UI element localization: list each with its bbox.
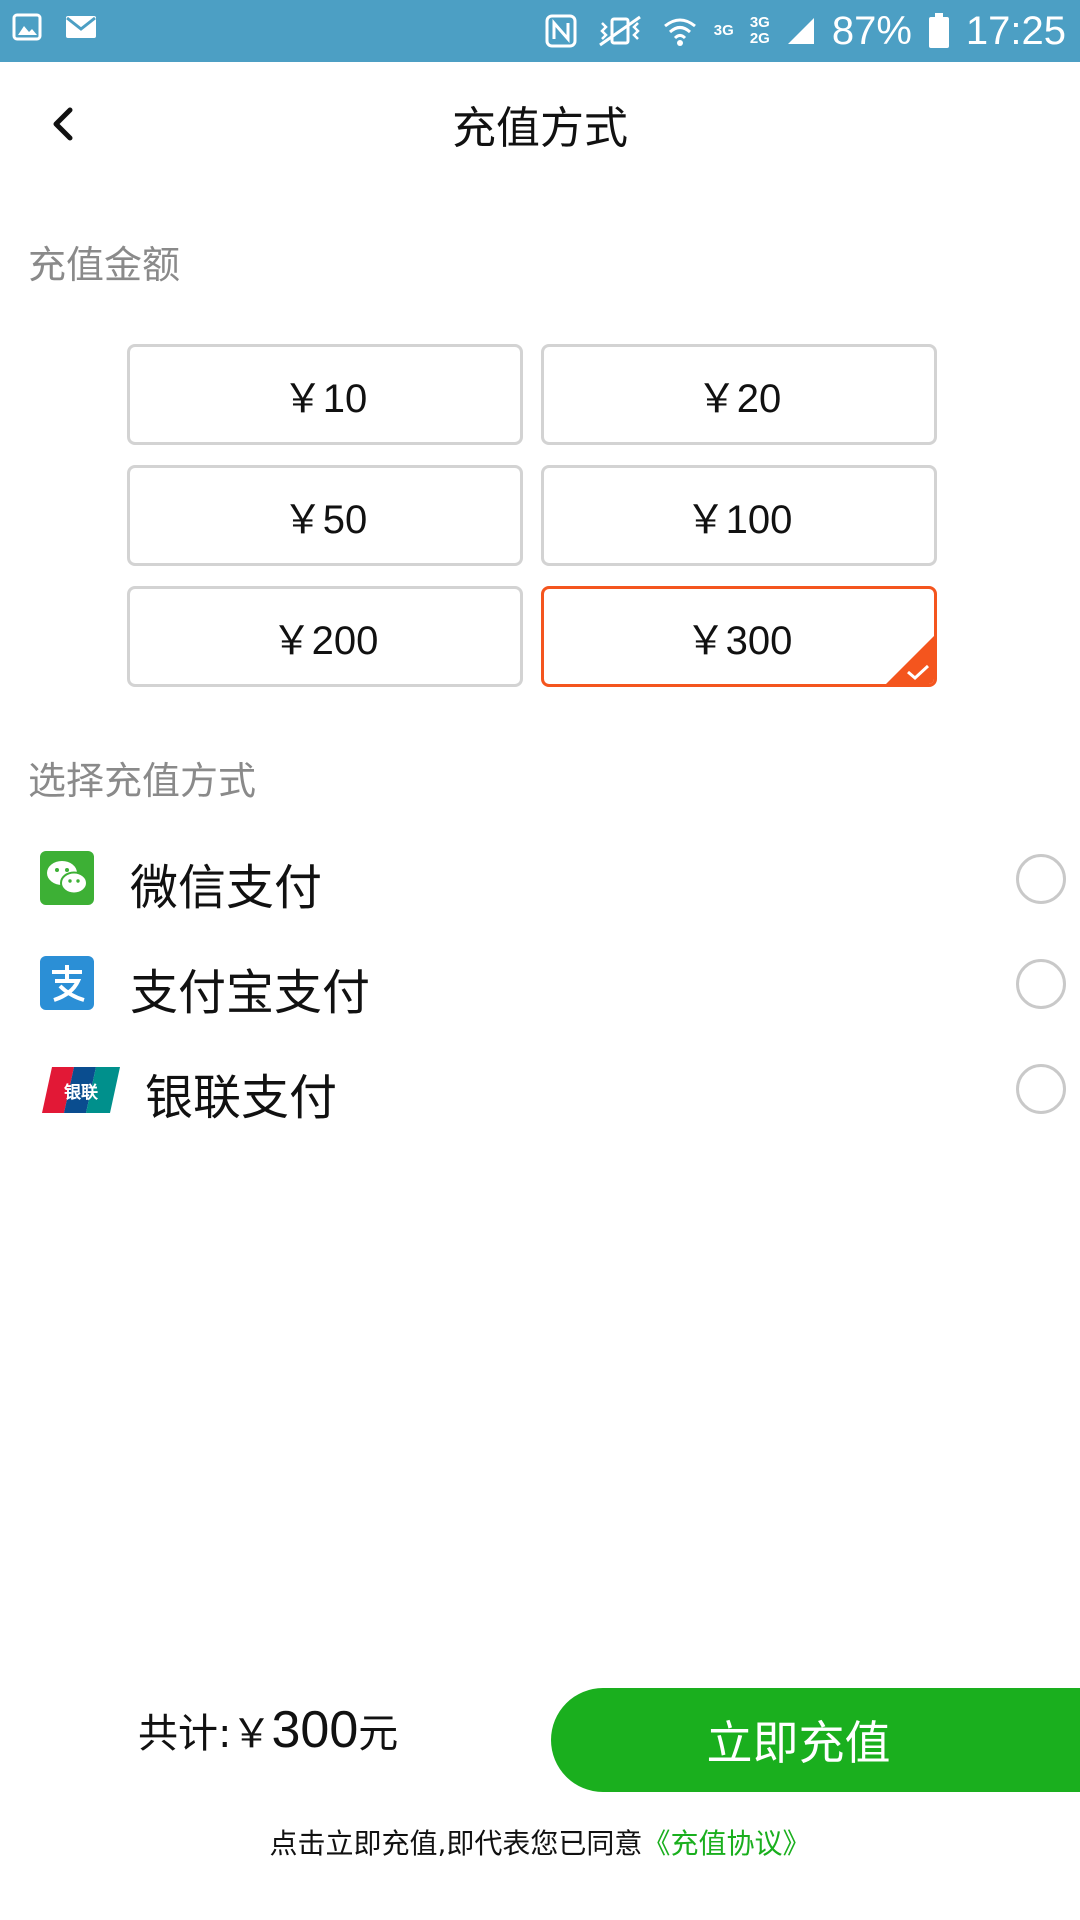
radio-unionpay[interactable] bbox=[1016, 1064, 1066, 1114]
clock: 17:25 bbox=[965, 8, 1066, 53]
wifi-icon bbox=[663, 18, 696, 46]
agreement-link[interactable]: 《充值协议》 bbox=[642, 1827, 810, 1860]
app-header: 充值方式 bbox=[0, 62, 1080, 184]
signal-icon bbox=[787, 18, 814, 44]
amount-option-200[interactable]: ￥200 bbox=[127, 586, 523, 687]
status-bar: 3G 3G 2G 87% 17:25 bbox=[0, 0, 1080, 62]
battery-percent: 87% bbox=[831, 8, 912, 53]
method-section-label: 选择充值方式 bbox=[28, 759, 257, 803]
amount-option-label: ￥300 bbox=[685, 618, 793, 663]
wechat-icon bbox=[40, 851, 94, 905]
selected-check-icon bbox=[886, 636, 934, 684]
svg-text:银联: 银联 bbox=[64, 1082, 98, 1103]
agreement-text: 点击立即充值,即代表您已同意 bbox=[269, 1827, 643, 1860]
amount-option-10[interactable]: ￥10 bbox=[127, 344, 523, 445]
radio-wechat[interactable] bbox=[1016, 854, 1066, 904]
mail-icon bbox=[66, 16, 96, 38]
vibrate-mute-icon bbox=[598, 15, 641, 47]
amount-option-20[interactable]: ￥20 bbox=[541, 344, 937, 445]
network-type-2: 3G 2G bbox=[749, 14, 770, 47]
network-type-1: 3G bbox=[713, 22, 734, 39]
amount-option-100[interactable]: ￥100 bbox=[541, 465, 937, 566]
page-title: 充值方式 bbox=[452, 103, 628, 154]
recharge-now-button[interactable]: 立即充值 bbox=[551, 1688, 1080, 1792]
amount-option-label: ￥20 bbox=[696, 376, 782, 421]
amount-option-300-selected[interactable]: ￥300 bbox=[541, 586, 937, 687]
total-unit: 元 bbox=[358, 1711, 399, 1757]
total-value: 300 bbox=[271, 1701, 359, 1759]
payment-method-label: 支付宝支付 bbox=[130, 965, 371, 1021]
payment-method-alipay[interactable]: 支付宝支付 bbox=[0, 933, 1080, 1033]
alipay-icon bbox=[40, 956, 94, 1010]
amount-option-label: ￥100 bbox=[685, 497, 793, 542]
total-prefix: 共计:￥ bbox=[138, 1711, 272, 1757]
amount-option-label: ￥50 bbox=[282, 497, 368, 542]
amount-section-label: 充值金额 bbox=[28, 243, 181, 287]
unionpay-icon: 银联 bbox=[42, 1067, 120, 1113]
payment-method-wechat[interactable]: 微信支付 bbox=[0, 828, 1080, 928]
total-amount: 共计:￥ 300 元 bbox=[138, 1700, 398, 1760]
battery-icon bbox=[928, 13, 949, 48]
agreement-notice: 点击立即充值,即代表您已同意《充值协议》 bbox=[0, 1822, 1080, 1862]
payment-method-unionpay[interactable]: 银联 银联支付 bbox=[0, 1038, 1080, 1138]
gallery-icon bbox=[12, 13, 42, 41]
amount-option-label: ￥200 bbox=[271, 618, 379, 663]
nfc-icon bbox=[545, 14, 577, 48]
payment-method-label: 银联支付 bbox=[145, 1070, 338, 1126]
payment-method-label: 微信支付 bbox=[130, 860, 323, 916]
amount-option-50[interactable]: ￥50 bbox=[127, 465, 523, 566]
radio-alipay[interactable] bbox=[1016, 959, 1066, 1009]
amount-option-label: ￥10 bbox=[282, 376, 368, 421]
